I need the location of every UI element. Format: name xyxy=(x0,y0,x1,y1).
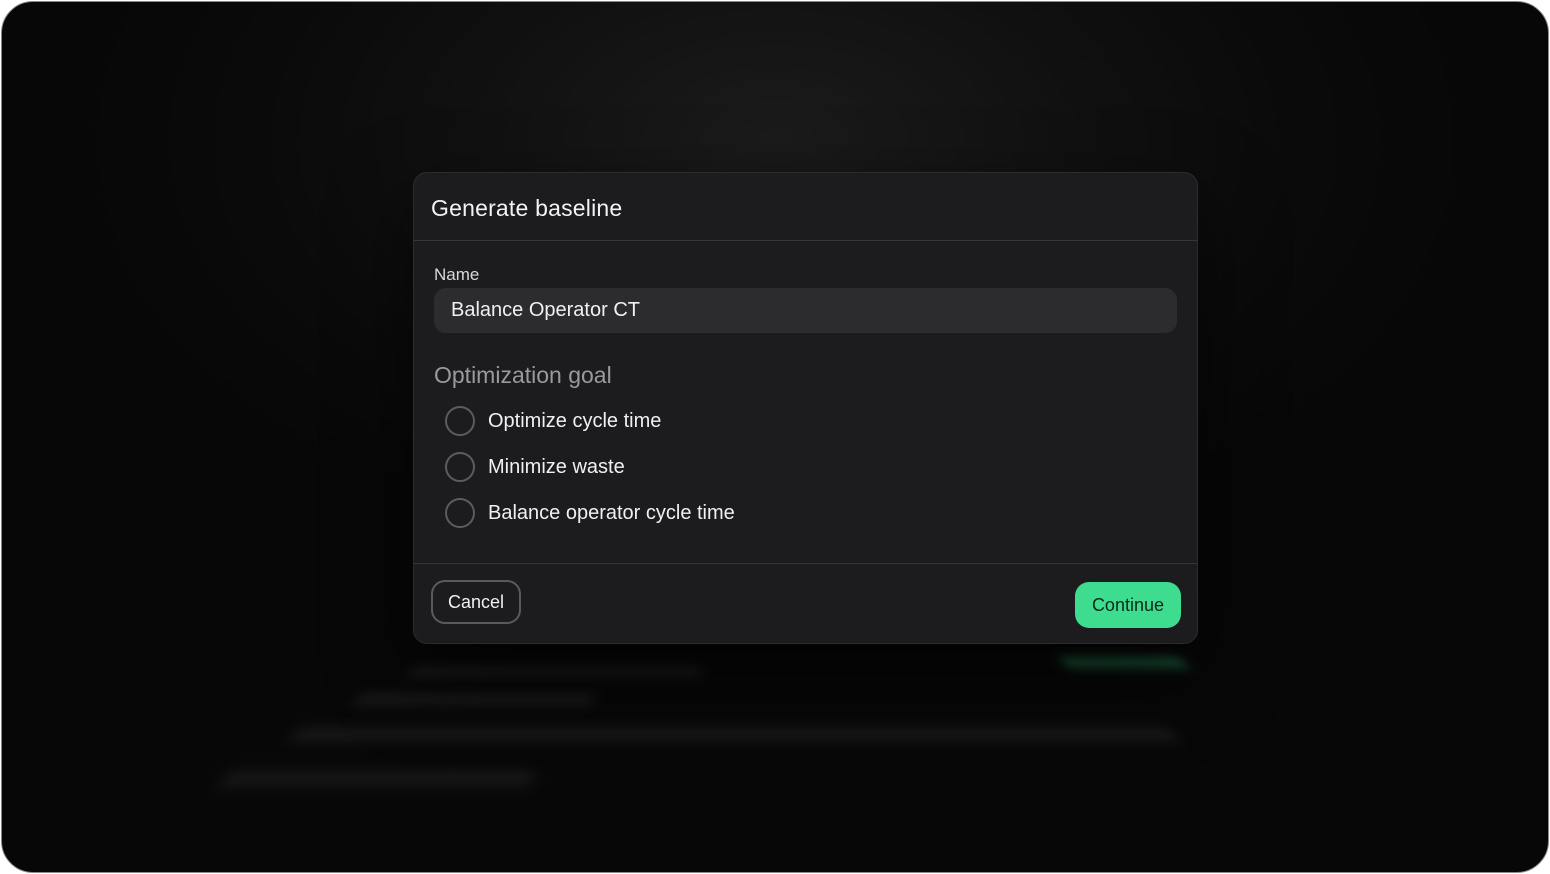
radio-button[interactable] xyxy=(445,406,475,436)
radio-option-minimize-waste[interactable]: Minimize waste xyxy=(445,450,625,484)
dialog-footer: Cancel Continue xyxy=(414,563,1197,643)
reflection-bar xyxy=(291,729,1179,740)
radio-button[interactable] xyxy=(445,452,475,482)
dialog-reflection xyxy=(76,642,1348,855)
reflection-glow xyxy=(1059,657,1189,668)
radio-option-optimize-cycle-time[interactable]: Optimize cycle time xyxy=(445,404,661,438)
cancel-button[interactable]: Cancel xyxy=(431,580,522,624)
reflection-bar xyxy=(220,772,535,785)
radio-label: Optimize cycle time xyxy=(488,409,662,432)
optimization-goal-title: Optimization goal xyxy=(434,362,612,388)
name-label: Name xyxy=(434,265,480,284)
dialog-header: Generate baseline xyxy=(414,173,1197,241)
radio-label: Balance operator cycle time xyxy=(488,501,735,524)
app-frame: Generate baseline Name Optimization goal… xyxy=(1,1,1549,873)
reflection-bar xyxy=(353,694,594,705)
radio-option-balance-operator-cycle-time[interactable]: Balance operator cycle time xyxy=(445,496,735,530)
continue-button[interactable]: Continue xyxy=(1074,582,1181,628)
name-input[interactable] xyxy=(434,288,1177,333)
generate-baseline-dialog: Generate baseline Name Optimization goal… xyxy=(413,172,1198,644)
dialog-title: Generate baseline xyxy=(431,195,623,221)
radio-label: Minimize waste xyxy=(488,455,625,478)
reflection-bar xyxy=(408,667,702,677)
radio-button[interactable] xyxy=(445,498,475,528)
